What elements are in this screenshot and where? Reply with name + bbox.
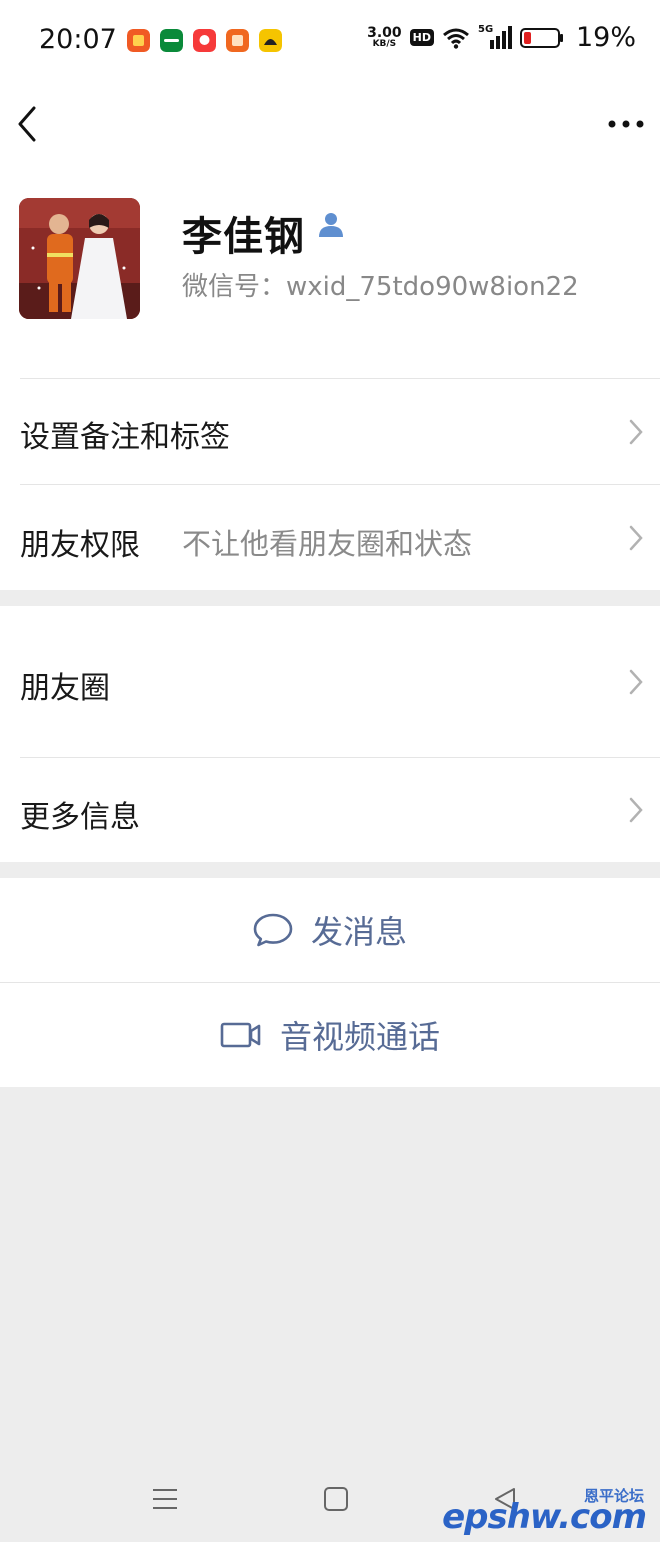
back-icon[interactable] [10, 102, 46, 146]
moments-row[interactable]: 朋友圈 [0, 606, 660, 757]
site-watermark: 恩平论坛 epshw.com [442, 1485, 647, 1537]
wechat-id: 微信号：wxid_75tdo90w8ion22 [182, 272, 579, 302]
home-icon[interactable] [323, 1486, 349, 1512]
network-speed-unit: KB/S [372, 39, 397, 49]
notification-app-icons [127, 29, 282, 52]
cellular-signal: 5G [478, 24, 512, 50]
profile-name: 李佳钢 [182, 214, 305, 260]
chevron-right-icon [629, 525, 643, 551]
send-message-label: 发消息 [310, 913, 407, 951]
amap-app-icon [259, 29, 282, 52]
meituan-app-icon [127, 29, 150, 52]
chat-bubble-icon [253, 913, 293, 947]
row-divider [20, 757, 660, 758]
row-divider [20, 378, 660, 379]
battery-icon [519, 27, 563, 48]
network-speed: 3.00 KB/S [367, 26, 402, 49]
status-indicators: 3.00 KB/S HD 5G 19% [367, 22, 636, 53]
video-camera-icon [220, 1022, 261, 1048]
more-info-row[interactable]: 更多信息 [0, 757, 660, 862]
more-options-icon[interactable] [606, 107, 646, 141]
friend-permissions-row[interactable]: 朋友权限 不让他看朋友圈和状态 [0, 484, 660, 590]
hd-badge: HD [409, 29, 434, 46]
status-time: 20:07 [39, 24, 117, 55]
set-remarks-label: 设置备注和标签 [20, 420, 230, 455]
signal-bars-icon [489, 25, 512, 49]
set-remarks-row[interactable]: 设置备注和标签 [0, 378, 660, 484]
more-info-label: 更多信息 [20, 800, 140, 835]
network-speed-value: 3.00 [367, 25, 402, 41]
chevron-right-icon [629, 669, 643, 695]
friend-permissions-value: 不让他看朋友圈和状态 [182, 527, 473, 561]
menu-icon[interactable] [152, 1486, 178, 1512]
row-divider [20, 484, 660, 485]
oppo-app-icon [160, 29, 183, 52]
status-bar: 20:07 3.00 KB/S HD 5G 19% [0, 0, 660, 82]
chevron-right-icon [629, 419, 643, 445]
avatar[interactable] [19, 198, 140, 319]
person-icon [319, 213, 343, 237]
taobao-special-app-icon [226, 29, 249, 52]
nav-bar [0, 82, 660, 170]
send-message-button[interactable]: 发消息 [0, 878, 660, 982]
send-message-content: 发消息 [0, 878, 660, 982]
video-call-label: 音视频通话 [279, 1018, 440, 1056]
watermark-subtitle: 恩平论坛 [583, 1487, 644, 1505]
battery-percent: 19% [575, 22, 636, 53]
profile-header: 李佳钢 微信号：wxid_75tdo90w8ion22 [0, 170, 660, 380]
taobao-app-icon [193, 29, 216, 52]
friend-permissions-label: 朋友权限 [20, 528, 140, 563]
chevron-right-icon [629, 797, 643, 823]
video-call-content: 音视频通话 [0, 983, 660, 1087]
moments-label: 朋友圈 [20, 671, 110, 706]
wifi-icon [443, 28, 469, 49]
video-call-button[interactable]: 音视频通话 [0, 982, 660, 1087]
